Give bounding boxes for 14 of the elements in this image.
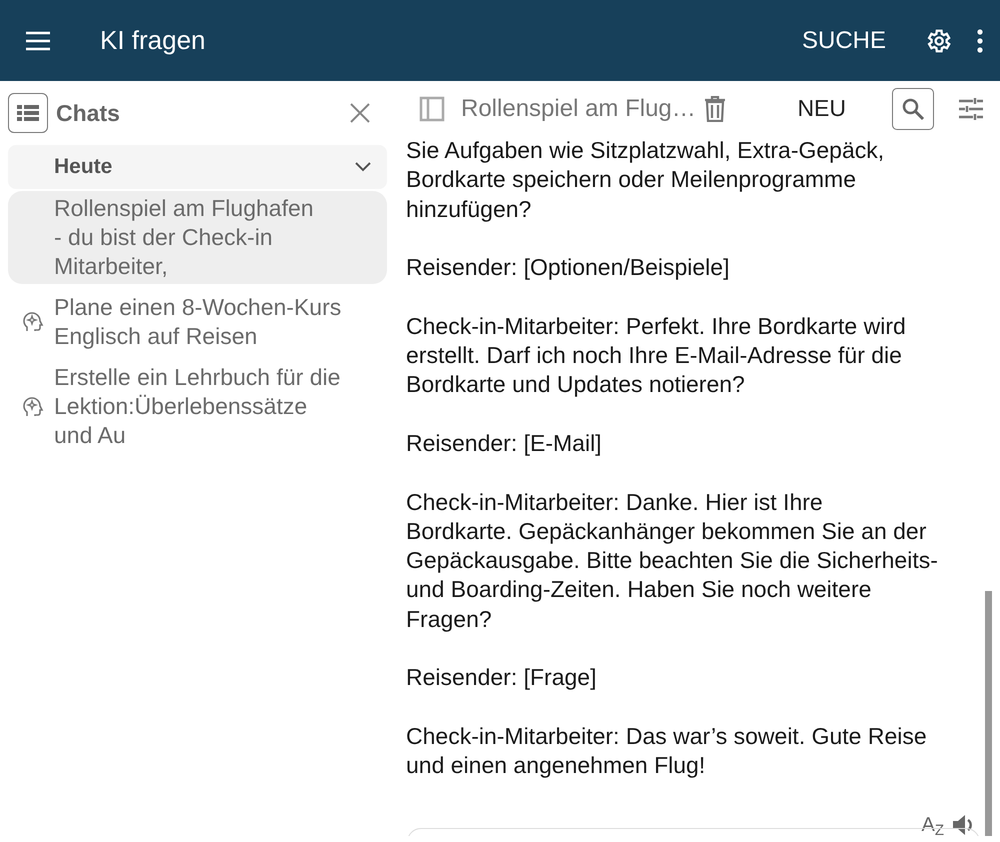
group-label: Heute — [54, 154, 112, 180]
new-chat-button[interactable]: NEU — [791, 90, 852, 127]
chat-item-title: Erstelle ein Lehrbuch für die Lektion:Überlebenssätze und Au — [54, 363, 342, 450]
chat-item[interactable]: Rollenspiel am Flughafen - du bist der Check-in Mitarbeiter, — [8, 191, 387, 284]
chat-item-title: Rollenspiel am Flughafen - du bist der Check-in Mitarbeiter, — [54, 194, 315, 281]
chat-title: Rollenspiel am Flug… — [461, 94, 696, 124]
message-text: Sie Aufgaben wie Sitzplatzwahl, Extra-Gepäck, Bordkarte speichern oder Meilenprogramme hinzufügen? Reisender: [Optionen/Beispiele] Check-in-Mitarbeiter: Perfekt. Ihre Bordkarte wird erstellt. Darf ich noch Ihre E-Mail-Adresse für die Bordkarte und Updates notieren? Reisender: [E-Mail] Check-in-Mitarbeiter: Danke. Hier ist Ihre Bordkarte. Gepäckanhänger bekommen Sie an der Gepäckausgabe. Bitte beachten Sie die Sicherheits- und Boarding-Zeiten. Haben Sie noch weitere Fragen? Reisender: [Frage] Check-in-Mitarbeiter: Das war’s soweit. Gute Reise und einen angenehmen Flug! — [405, 136, 939, 780]
sidebar-title: Chats — [56, 98, 121, 128]
app-title: KI fragen — [100, 24, 207, 57]
chat-item[interactable]: Plane einen 8-Wochen-Kurs Englisch auf Reisen — [8, 290, 387, 354]
chat-item-title: Plane einen 8-Wochen-Kurs Englisch auf Reisen — [54, 293, 342, 351]
search-button[interactable]: SUCHE — [796, 22, 892, 60]
group-header[interactable]: Heute — [8, 145, 387, 189]
chat-item[interactable]: Erstelle ein Lehrbuch für die Lektion:Überlebenssätze und Au — [8, 360, 387, 453]
